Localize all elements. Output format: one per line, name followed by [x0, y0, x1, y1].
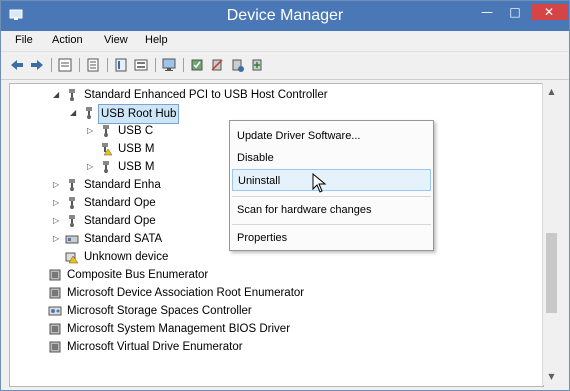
context-label: Scan for hardware changes — [237, 204, 372, 216]
device-icon — [48, 340, 62, 354]
menu-disable[interactable]: Disable — [232, 147, 431, 169]
device-icon — [48, 268, 62, 282]
menu-bar: File Action View Help — [1, 31, 569, 52]
tree-item-label: Standard Ope — [84, 215, 156, 227]
tree-item-label: Standard Enha — [84, 179, 161, 191]
usb-warning-icon — [99, 142, 113, 156]
scroll-down-arrow-icon[interactable]: ▼ — [543, 368, 560, 385]
unknown-device-icon — [65, 250, 79, 264]
disable-icon[interactable] — [209, 57, 225, 73]
context-label: Update Driver Software... — [237, 130, 361, 142]
device-icon — [48, 322, 62, 336]
title-bar[interactable]: Device Manager — □ ✕ — [1, 1, 569, 31]
tree-item-label: Unknown device — [84, 251, 169, 263]
storage-icon — [65, 232, 79, 246]
maximize-button[interactable]: □ — [503, 4, 527, 20]
uninstall-icon[interactable] — [189, 57, 205, 73]
expand-arrow-icon[interactable]: ▷ — [87, 158, 95, 176]
tree-item-label: USB Root Hub — [98, 104, 180, 124]
expand-arrow-icon[interactable]: ▷ — [53, 230, 61, 248]
tree-item-label: Standard Ope — [84, 197, 156, 209]
tree-item-label: Standard SATA — [84, 233, 163, 245]
menu-help[interactable]: Help — [145, 34, 168, 46]
usb-icon — [65, 178, 79, 192]
device-manager-window: Device Manager — □ ✕ File Action View He… — [0, 0, 570, 391]
menu-view[interactable]: View — [104, 34, 128, 46]
menu-separator — [232, 196, 431, 197]
expand-arrow-icon[interactable]: ▷ — [87, 122, 95, 140]
toolbar-separator — [107, 58, 108, 72]
menu-separator — [232, 224, 431, 225]
tree-item[interactable]: Microsoft Virtual Drive Enumerator — [10, 338, 543, 356]
tree-item[interactable]: Microsoft Device Association Root Enumer… — [10, 284, 543, 302]
tree-item-label: USB M — [118, 143, 155, 155]
menu-file[interactable]: File — [15, 34, 33, 46]
mouse-cursor-icon — [312, 173, 326, 193]
close-button[interactable]: ✕ — [531, 4, 567, 20]
usb-icon — [82, 106, 96, 120]
scan-icon[interactable] — [133, 57, 149, 73]
enable-icon[interactable] — [229, 57, 245, 73]
scroll-thumb[interactable] — [546, 233, 557, 313]
help-icon[interactable] — [113, 57, 129, 73]
menu-action[interactable]: Action — [52, 34, 83, 46]
menu-uninstall[interactable]: Uninstall — [232, 169, 431, 191]
expand-arrow-icon[interactable]: ▷ — [53, 194, 61, 212]
usb-icon — [99, 160, 113, 174]
tree-item[interactable]: Microsoft System Management BIOS Driver — [10, 320, 543, 338]
toolbar-separator — [79, 58, 80, 72]
tree-item-label: Microsoft Storage Spaces Controller — [67, 305, 252, 317]
expand-arrow-icon[interactable]: ▷ — [53, 212, 61, 230]
update-icon[interactable] — [85, 57, 101, 73]
collapse-arrow-icon[interactable]: ◢ — [70, 104, 78, 122]
device-icon — [48, 286, 62, 300]
tree-item-label: USB M — [118, 161, 155, 173]
menu-scan-for-hardware-changes[interactable]: Scan for hardware changes — [232, 199, 431, 221]
vertical-scrollbar[interactable]: ▲ ▼ — [542, 83, 560, 385]
toolbar-separator — [183, 58, 184, 72]
context-label: Properties — [237, 232, 288, 244]
tree-item-label: Composite Bus Enumerator — [67, 269, 209, 281]
usb-icon — [65, 214, 79, 228]
tree-item[interactable]: Composite Bus Enumerator — [10, 266, 543, 284]
scroll-up-arrow-icon[interactable]: ▲ — [543, 83, 560, 100]
tree-item-label: Microsoft Virtual Drive Enumerator — [67, 341, 243, 353]
forward-icon[interactable] — [29, 57, 45, 73]
toolbar-separator — [155, 58, 156, 72]
usb-icon — [65, 196, 79, 210]
toolbar-separator — [51, 58, 52, 72]
context-menu: Update Driver Software... Disable Uninst… — [229, 120, 434, 251]
tree-item-label: Microsoft Device Association Root Enumer… — [67, 287, 305, 299]
storage-controller-icon — [48, 304, 62, 318]
usb-icon — [65, 88, 79, 102]
context-label: Disable — [237, 152, 274, 164]
menu-update-driver-software[interactable]: Update Driver Software... — [232, 125, 431, 147]
back-icon[interactable] — [9, 57, 25, 73]
tree-item[interactable]: Microsoft Storage Spaces Controller — [10, 302, 543, 320]
properties-icon[interactable] — [57, 57, 73, 73]
expand-arrow-icon[interactable]: ▷ — [53, 176, 61, 194]
context-label: Uninstall — [238, 175, 281, 187]
menu-properties[interactable]: Properties — [232, 227, 431, 249]
usb-icon — [99, 124, 113, 138]
tree-item-label: Standard Enhanced PCI to USB Host Contro… — [84, 89, 328, 101]
computer-icon[interactable] — [161, 57, 177, 73]
tree-item-label: USB C — [118, 125, 154, 137]
collapse-arrow-icon[interactable]: ◢ — [53, 86, 61, 104]
toolbar — [1, 52, 569, 80]
update-driver-icon[interactable] — [249, 57, 265, 73]
tree-item[interactable]: ◢ Standard Enhanced PCI to USB Host Contr… — [10, 86, 543, 104]
minimize-button[interactable]: — — [475, 4, 499, 20]
tree-item-label: Microsoft System Management BIOS Driver — [67, 323, 291, 335]
